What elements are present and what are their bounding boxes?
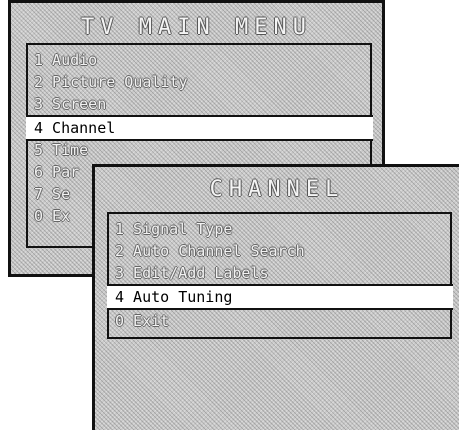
menu-item-picture-quality[interactable]: 2 Picture Quality — [34, 71, 370, 93]
channel-item-auto-channel-search[interactable]: 2 Auto Channel Search — [115, 240, 450, 262]
menu-item-channel[interactable]: 4 Channel — [26, 115, 373, 141]
channel-item-edit-add-labels[interactable]: 3 Edit/Add Labels — [115, 262, 450, 284]
menu-item-audio[interactable]: 1 Audio — [34, 49, 370, 71]
channel-menu-panel: CHANNEL 1 Signal Type 2 Auto Channel Sea… — [92, 164, 459, 430]
menu-item-screen[interactable]: 3 Screen — [34, 93, 370, 115]
channel-item-auto-tuning[interactable]: 4 Auto Tuning — [107, 284, 453, 310]
channel-item-exit[interactable]: 0 Exit — [115, 310, 450, 332]
channel-menu-title: CHANNEL — [209, 177, 345, 202]
channel-item-signal-type[interactable]: 1 Signal Type — [115, 218, 450, 240]
channel-menu-list: 1 Signal Type 2 Auto Channel Search 3 Ed… — [107, 212, 453, 339]
main-menu-title: TV MAIN MENU — [81, 15, 312, 40]
menu-item-time[interactable]: 5 Time — [34, 139, 370, 161]
